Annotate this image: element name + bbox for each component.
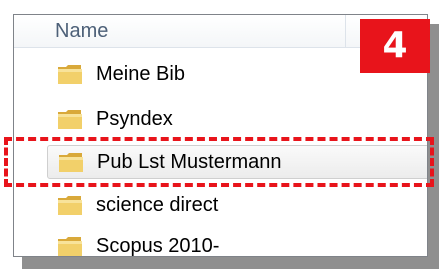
folder-label: science direct [96, 194, 219, 216]
folder-label: Meine Bib [96, 63, 185, 85]
folder-label: Psyndex [96, 108, 173, 130]
folder-icon [58, 65, 82, 84]
folder-icon [58, 110, 82, 129]
folder-icon [59, 153, 83, 172]
folder-icon [58, 237, 82, 256]
folder-label: Pub Lst Mustermann [97, 151, 282, 173]
column-divider[interactable] [345, 15, 346, 48]
screenshot-stage: Name Meine Bib Psyndex Pub Lst Musterman… [0, 0, 443, 271]
step-number-badge: 4 [360, 19, 430, 73]
folder-row-science-direct[interactable]: science direct [47, 189, 427, 223]
folder-label: Scopus 2010- [96, 235, 220, 257]
folder-icon [58, 196, 82, 215]
folder-row-scopus-2010[interactable]: Scopus 2010- [47, 230, 427, 257]
column-header-name[interactable]: Name [55, 20, 108, 43]
folder-row-psyndex[interactable]: Psyndex [47, 103, 427, 137]
folder-row-pub-lst-mustermann[interactable]: Pub Lst Mustermann [47, 145, 427, 179]
